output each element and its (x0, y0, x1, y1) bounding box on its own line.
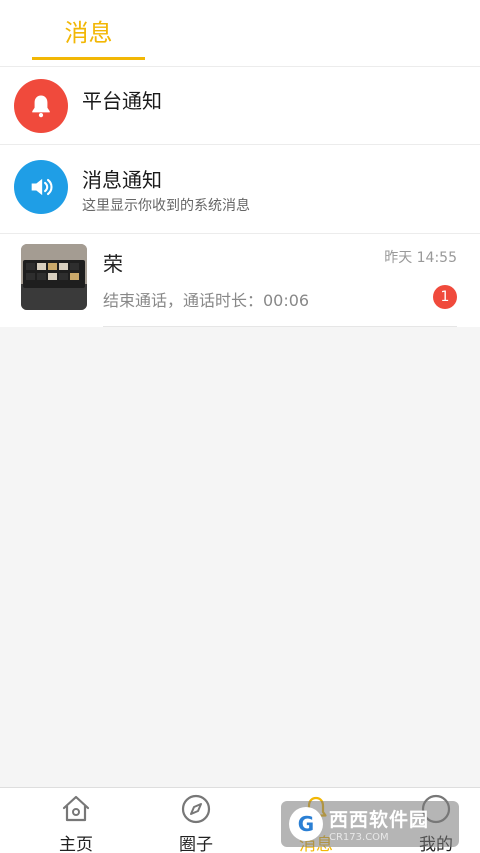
system-notification-title: 消息通知 (82, 168, 162, 192)
watermark-badge: G (289, 807, 323, 841)
avatar (21, 244, 87, 310)
platform-notification-title: 平台通知 (82, 89, 162, 113)
nav-home-label: 主页 (59, 835, 93, 853)
nav-home[interactable]: 主页 (16, 788, 136, 853)
tab-messages-label: 消息 (64, 18, 113, 47)
watermark-text: 西西软件园 CR173.COM (329, 805, 429, 843)
speaker-icon (14, 160, 68, 214)
chat-timestamp: 昨天 14:55 (384, 250, 457, 266)
tab-messages[interactable]: 消息 (32, 0, 145, 60)
watermark-main: 西西软件园 (329, 809, 430, 831)
chat-name: 荣 (103, 252, 123, 276)
bell-icon (14, 79, 68, 133)
watermark-logo: G 西西软件园 CR173.COM (281, 801, 459, 847)
nav-circle[interactable]: 圈子 (136, 788, 256, 853)
home-icon (59, 792, 93, 826)
message-list: 平台通知 消息通知 这里显示你收到的系统消息 荣 昨天 14:55 结束通话，通… (0, 67, 480, 327)
chat-preview: 结束通话，通话时长：00:06 (103, 291, 310, 310)
system-notification-row[interactable]: 消息通知 这里显示你收到的系统消息 (0, 145, 480, 234)
platform-notification-row[interactable]: 平台通知 (0, 67, 480, 145)
tab-underline (32, 57, 145, 60)
header: 消息 (0, 0, 480, 67)
empty-area (0, 327, 480, 787)
unread-badge: 1 (433, 285, 457, 309)
chat-row[interactable]: 荣 昨天 14:55 结束通话，通话时长：00:06 1 (0, 234, 480, 327)
system-notification-subtitle: 这里显示你收到的系统消息 (82, 198, 250, 214)
nav-circle-label: 圈子 (179, 835, 213, 853)
compass-icon (179, 792, 213, 826)
watermark-sub: CR173.COM (329, 832, 389, 843)
